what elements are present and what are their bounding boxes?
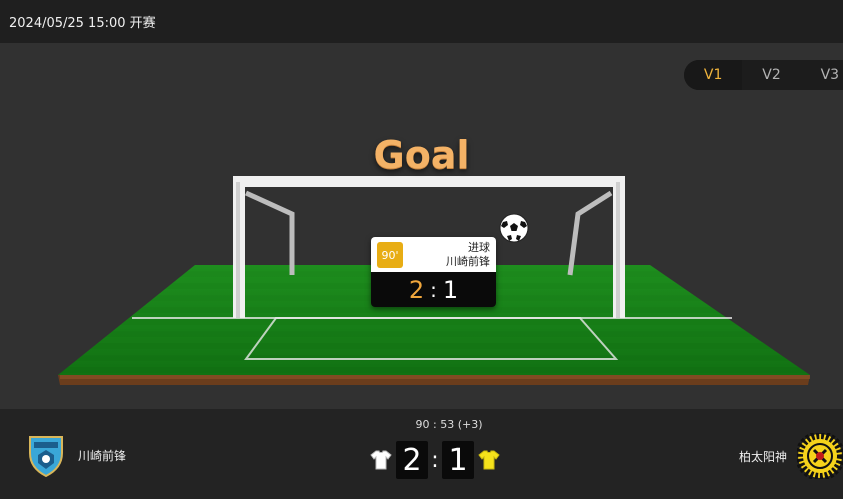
event-title: Goal <box>373 133 470 177</box>
view-version-tabs: V1 V2 V3 <box>684 60 843 90</box>
top-bar: 2024/05/25 15:00 开赛 <box>0 0 843 43</box>
match-clock: 90 : 53 (+3) <box>415 418 483 431</box>
score-separator: : <box>431 447 439 473</box>
away-team-name: 柏太阳神 <box>738 449 787 464</box>
home-shirt-icon <box>370 450 392 470</box>
tab-v1[interactable]: V1 <box>684 60 743 90</box>
event-type: 进球 <box>468 241 490 254</box>
tab-v3[interactable]: V3 <box>801 60 843 90</box>
event-team: 川崎前锋 <box>446 255 490 268</box>
home-team: 川崎前锋 <box>26 433 126 477</box>
match-kickoff-title: 2024/05/25 15:00 开赛 <box>9 16 156 31</box>
event-minute: 90' <box>377 242 403 268</box>
home-team-name: 川崎前锋 <box>78 448 127 463</box>
tab-v2[interactable]: V2 <box>742 60 800 90</box>
away-score: 1 <box>442 441 474 479</box>
crossbar <box>233 176 625 187</box>
popup-score-separator: : <box>430 277 437 302</box>
home-crest-icon <box>29 436 63 477</box>
popup-score: 2 : 1 <box>371 272 496 307</box>
ball-icon <box>499 213 529 243</box>
animation-stage: V1 V2 V3 Goal 90' 进球 川崎前锋 2 : 1 <box>0 43 843 409</box>
away-shirt-icon <box>478 450 500 470</box>
popup-home-score: 2 <box>408 275 425 304</box>
home-score: 2 <box>396 441 428 479</box>
scoreboard-bar: 川崎前锋 90 : 53 (+3) 2 : 1 柏太阳神 <box>0 409 843 499</box>
popup-away-score: 1 <box>442 275 459 304</box>
pitch-illustration <box>58 176 810 385</box>
main-score: 2 : 1 <box>366 441 504 479</box>
away-team: 柏太阳神 <box>739 433 843 479</box>
goal-event-popup: 90' 进球 川崎前锋 2 : 1 <box>371 237 496 307</box>
away-crest-icon <box>797 433 843 479</box>
